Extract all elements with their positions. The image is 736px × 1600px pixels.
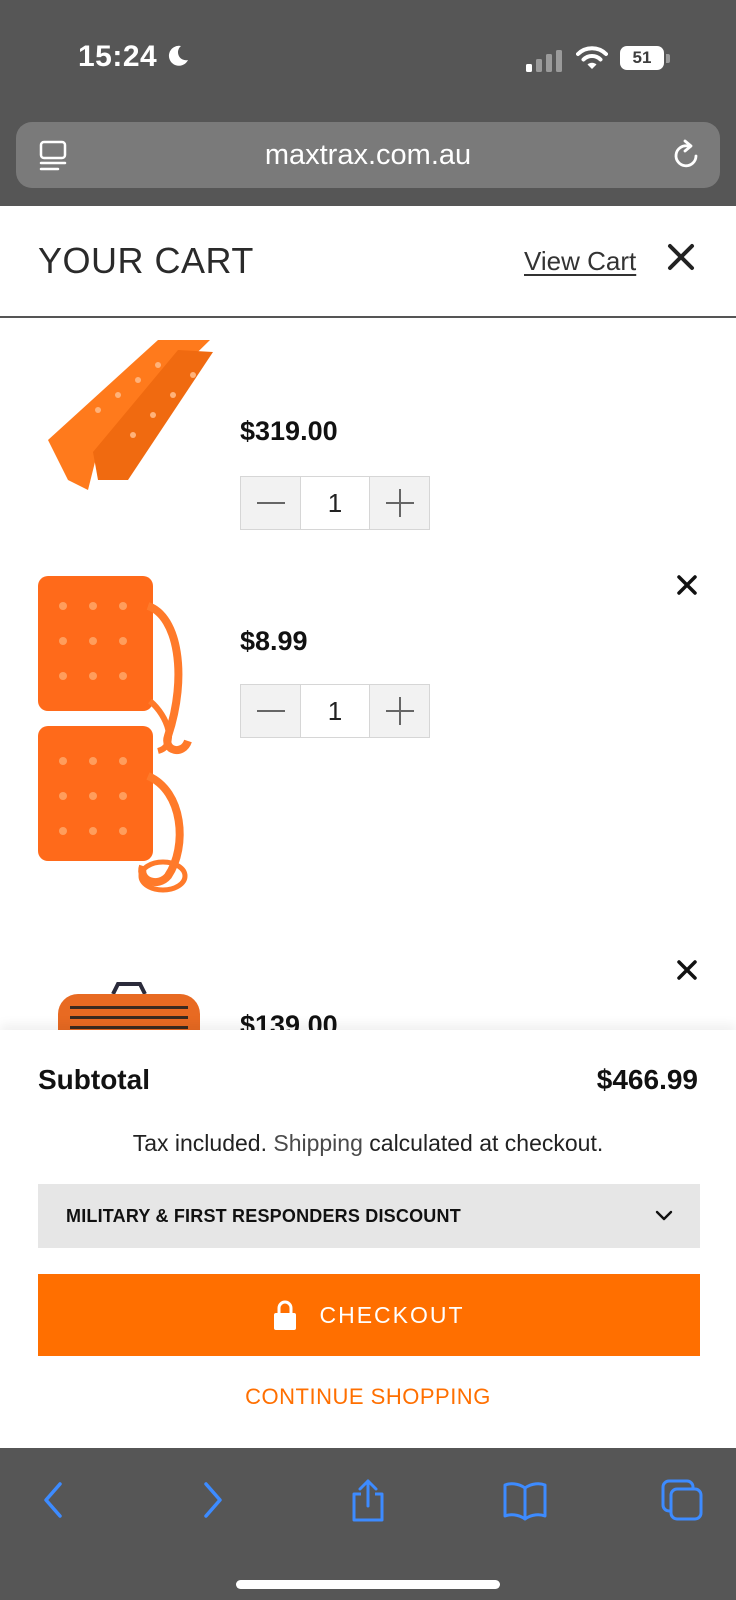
minus-icon bbox=[256, 710, 285, 712]
tax-text: Tax included. bbox=[132, 1130, 267, 1156]
minus-icon bbox=[256, 502, 285, 504]
share-icon[interactable] bbox=[348, 1478, 388, 1522]
product-image[interactable] bbox=[58, 980, 208, 1030]
item-price: $319.00 bbox=[240, 416, 338, 446]
bookmarks-icon[interactable] bbox=[502, 1478, 548, 1522]
continue-shopping-link[interactable]: CONTINUE SHOPPING bbox=[0, 1384, 736, 1410]
lock-icon bbox=[274, 1300, 297, 1330]
discount-accordion[interactable]: MILITARY & FIRST RESPONDERS DISCOUNT bbox=[38, 1184, 700, 1248]
status-time: 15:24 bbox=[78, 40, 158, 73]
checkout-label[interactable]: CHECKOUT bbox=[319, 1302, 464, 1329]
chevron-down-icon[interactable] bbox=[654, 1206, 674, 1226]
product-image[interactable] bbox=[38, 576, 198, 898]
discount-label[interactable]: MILITARY & FIRST RESPONDERS DISCOUNT bbox=[66, 1184, 461, 1248]
browser-top-chrome: 15:24 51 maxtrax.com.au bbox=[0, 0, 736, 206]
shipping-text: calculated at checkout. bbox=[369, 1130, 604, 1156]
item-price: $139.00 bbox=[240, 1010, 338, 1030]
cart-item: $8.99 1 bbox=[0, 560, 736, 920]
item-price: $8.99 bbox=[240, 626, 308, 656]
tax-shipping-note: Tax included. Shipping calculated at che… bbox=[0, 1130, 736, 1157]
wifi-icon bbox=[576, 46, 608, 69]
quantity-value[interactable]: 1 bbox=[300, 685, 370, 737]
status-bar: 15:24 51 bbox=[0, 0, 736, 110]
moon-icon bbox=[168, 45, 188, 66]
address-bar-url[interactable]: maxtrax.com.au bbox=[16, 122, 720, 188]
remove-icon[interactable] bbox=[676, 959, 698, 981]
signal-icon bbox=[526, 50, 562, 72]
forward-icon[interactable] bbox=[198, 1478, 228, 1522]
checkout-button[interactable]: CHECKOUT bbox=[38, 1274, 700, 1356]
address-bar[interactable]: maxtrax.com.au bbox=[16, 122, 720, 188]
cart-title: YOUR CART bbox=[38, 240, 254, 281]
cart-footer: Subtotal $466.99 Tax included. Shipping … bbox=[0, 1030, 736, 1448]
battery-level: 51 bbox=[632, 48, 652, 67]
shipping-link[interactable]: Shipping bbox=[273, 1130, 363, 1156]
view-cart-link[interactable]: View Cart bbox=[524, 246, 636, 277]
battery-icon: 51 bbox=[620, 46, 670, 72]
tabs-overview-icon[interactable] bbox=[660, 1478, 704, 1522]
browser-toolbar bbox=[0, 1448, 736, 1600]
reload-icon[interactable] bbox=[670, 138, 702, 172]
plus-icon bbox=[385, 697, 414, 725]
quantity-stepper[interactable]: 1 bbox=[240, 476, 430, 530]
increase-quantity-button[interactable] bbox=[370, 477, 429, 529]
decrease-quantity-button[interactable] bbox=[241, 685, 300, 737]
product-image[interactable] bbox=[38, 340, 214, 490]
increase-quantity-button[interactable] bbox=[370, 685, 429, 737]
subtotal-value: $466.99 bbox=[596, 1064, 698, 1095]
back-icon[interactable] bbox=[38, 1478, 68, 1522]
cart-header: YOUR CART View Cart bbox=[0, 206, 736, 318]
quantity-value[interactable]: 1 bbox=[300, 477, 370, 529]
cart-item: $319.00 1 bbox=[0, 340, 736, 540]
subtotal-label: Subtotal bbox=[38, 1064, 150, 1095]
decrease-quantity-button[interactable] bbox=[241, 477, 300, 529]
plus-icon bbox=[385, 489, 414, 517]
close-icon[interactable] bbox=[666, 242, 696, 272]
home-indicator bbox=[236, 1580, 500, 1589]
quantity-stepper[interactable]: 1 bbox=[240, 684, 430, 738]
cart-item: $139.00 bbox=[0, 950, 736, 1030]
remove-icon[interactable] bbox=[676, 574, 698, 596]
